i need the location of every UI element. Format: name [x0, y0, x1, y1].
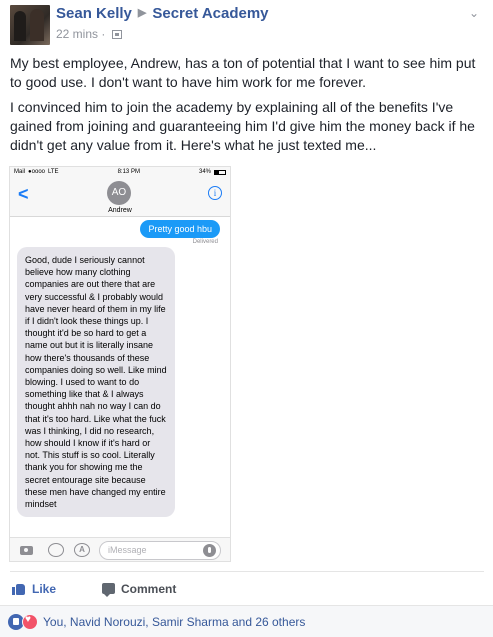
app-store-icon: A [74, 543, 90, 557]
group-audience-icon [111, 30, 122, 39]
camera-icon [20, 544, 34, 556]
attached-screenshot[interactable]: Mail ●oooo LTE 8:13 PM 34% < AO Andrew i… [9, 166, 231, 562]
thumbs-up-icon [12, 582, 26, 595]
reactions-bar: You, Navid Norouzi, Samir Sharma and 26 … [0, 605, 493, 637]
comment-button[interactable]: Comment [102, 581, 177, 597]
back-chevron-icon: < [18, 184, 29, 204]
signal-strength: ●oooo [28, 169, 45, 175]
imessage-placeholder: iMessage [108, 545, 147, 555]
like-label: Like [32, 581, 57, 596]
compose-bar: A iMessage [10, 537, 230, 561]
love-reaction-icon[interactable] [22, 613, 38, 630]
author-name-link[interactable]: Sean Kelly [56, 5, 132, 22]
info-icon: i [208, 186, 222, 200]
contact-avatar: AO [107, 181, 131, 205]
reactions-names-link[interactable]: You, Navid Norouzi, Samir Sharma and 26 … [43, 615, 305, 629]
post-paragraph: My best employee, Andrew, has a ton of p… [10, 55, 476, 90]
imessage-field: iMessage [99, 541, 221, 560]
arrow-right-icon: ▶ [137, 7, 147, 19]
delivered-status: Delivered [192, 239, 218, 245]
outgoing-message: Pretty good hbu [140, 220, 220, 238]
battery-icon [214, 169, 226, 175]
digital-touch-icon [48, 543, 64, 557]
like-button[interactable]: Like [12, 582, 56, 596]
contact-name: Andrew [108, 207, 132, 214]
author-avatar[interactable] [10, 5, 50, 45]
group-name-link[interactable]: Secret Academy [152, 5, 268, 22]
post-text: My best employee, Andrew, has a ton of p… [10, 54, 486, 161]
conversation-header: < AO Andrew i [10, 177, 230, 217]
clock: 8:13 PM [117, 169, 140, 175]
post-paragraph: I convinced him to join the academy by e… [10, 99, 475, 153]
chevron-down-icon[interactable]: ⌄ [467, 6, 481, 20]
meta-separator: · [101, 27, 106, 41]
carrier-label: Mail [14, 169, 26, 175]
comment-icon [102, 583, 116, 597]
incoming-message: Good, dude I seriously cannot believe ho… [17, 247, 175, 518]
post-header: Sean Kelly ▶ Secret Academy 22 mins · ⌄ [0, 0, 493, 48]
battery-percent: 34% [198, 169, 211, 175]
microphone-icon [203, 544, 216, 557]
post-timestamp[interactable]: 22 mins [56, 27, 98, 41]
post-headline: Sean Kelly ▶ Secret Academy [56, 5, 269, 22]
comment-label: Comment [121, 581, 177, 596]
status-bar: Mail ●oooo LTE 8:13 PM 34% [10, 167, 230, 177]
network-label: LTE [48, 169, 59, 175]
post-meta: 22 mins · [56, 27, 122, 41]
post-actions: Like Comment [10, 571, 484, 605]
